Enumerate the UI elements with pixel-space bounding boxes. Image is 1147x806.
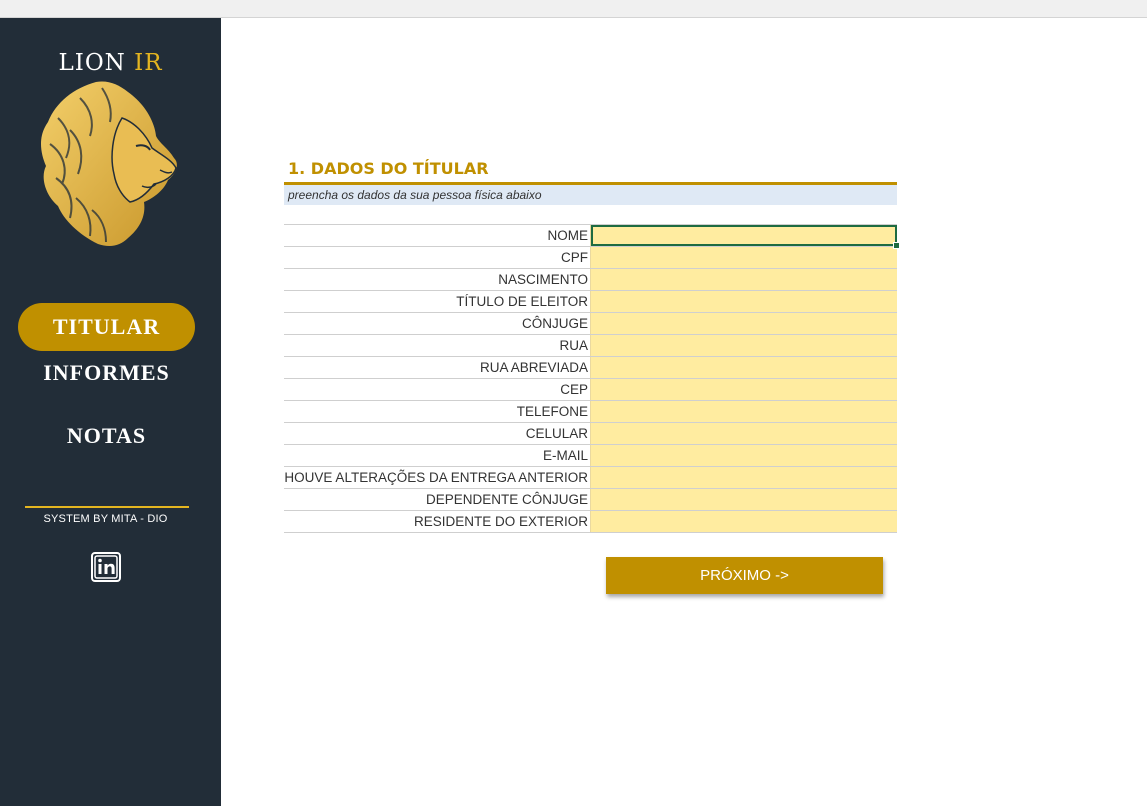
form-row-residente-exterior: RESIDENTE DO EXTERIOR: [284, 511, 897, 533]
celular-field[interactable]: [590, 423, 897, 444]
form-row-email: E-MAIL: [284, 445, 897, 467]
form-row-titulo-eleitor: TÍTULO DE ELEITOR: [284, 291, 897, 313]
field-label: CPF: [561, 250, 588, 265]
cpf-field[interactable]: [590, 247, 897, 268]
residente-exterior-field[interactable]: [590, 511, 897, 532]
conjuge-field[interactable]: [590, 313, 897, 334]
field-label: HOUVE ALTERAÇÕES DA ENTREGA ANTERIOR: [284, 470, 588, 485]
brand-name: LION: [58, 50, 126, 76]
field-label: NOME: [547, 228, 589, 243]
form-row-rua-abreviada: RUA ABREVIADA: [284, 357, 897, 379]
titular-form: NOME CPF NASCIMENTO TÍTULO DE ELEITOR CÔ…: [284, 224, 900, 533]
cep-field[interactable]: [590, 379, 897, 400]
section-subtitle: preencha os dados da sua pessoa física a…: [284, 185, 897, 205]
main-content: 1. DADOS DO TÍTULAR preencha os dados da…: [221, 18, 1147, 806]
email-field[interactable]: [590, 445, 897, 466]
dependente-conjuge-field[interactable]: [590, 489, 897, 510]
form-row-nome: NOME: [284, 225, 900, 249]
form-row-nascimento: NASCIMENTO: [284, 269, 897, 291]
titulo-eleitor-field[interactable]: [590, 291, 897, 312]
form-row-alteracoes: HOUVE ALTERAÇÕES DA ENTREGA ANTERIOR: [284, 467, 897, 489]
field-label: RUA: [559, 338, 588, 353]
field-label: CÔNJUGE: [521, 316, 588, 331]
field-label: E-MAIL: [542, 448, 588, 463]
rua-field[interactable]: [590, 335, 897, 356]
field-label: TÍTULO DE ELEITOR: [456, 294, 588, 309]
field-label: NASCIMENTO: [498, 272, 588, 287]
form-row-cep: CEP: [284, 379, 897, 401]
next-button[interactable]: PRÓXIMO ->: [606, 557, 883, 594]
field-label: DEPENDENTE CÔNJUGE: [425, 492, 588, 507]
field-label: RESIDENTE DO EXTERIOR: [413, 514, 588, 529]
linkedin-icon[interactable]: [90, 552, 122, 582]
field-label: CELULAR: [525, 426, 588, 441]
form-row-dependente-conjuge: DEPENDENTE CÔNJUGE: [284, 489, 897, 511]
section-title: 1. DADOS DO TÍTULAR: [288, 159, 489, 178]
credit-text: SYSTEM BY MITA - DIO: [43, 513, 168, 525]
nav-item-informes[interactable]: INFORMES: [18, 349, 195, 397]
field-label: CEP: [560, 382, 588, 397]
form-row-conjuge: CÔNJUGE: [284, 313, 897, 335]
lion-logo-icon: [41, 81, 177, 247]
nav-item-notas[interactable]: NOTAS: [18, 412, 195, 460]
nav-item-titular[interactable]: TITULAR: [18, 303, 195, 351]
field-label: RUA ABREVIADA: [479, 360, 588, 375]
field-label: TELEFONE: [516, 404, 588, 419]
brand-title: LION IR: [0, 50, 221, 76]
form-row-rua: RUA: [284, 335, 897, 357]
form-row-telefone: TELEFONE: [284, 401, 897, 423]
sidebar-divider: [25, 506, 189, 508]
form-row-celular: CELULAR: [284, 423, 897, 445]
nascimento-field[interactable]: [590, 269, 897, 290]
rua-abreviada-field[interactable]: [590, 357, 897, 378]
alteracoes-field[interactable]: [590, 467, 897, 488]
nome-field[interactable]: [590, 225, 900, 249]
brand-accent: IR: [134, 50, 163, 76]
telefone-field[interactable]: [590, 401, 897, 422]
form-row-cpf: CPF: [284, 247, 897, 269]
window-top-bar: [0, 0, 1147, 18]
sidebar: LION IR TITULAR INFORMES NOTAS SYSTEM BY…: [0, 18, 221, 806]
